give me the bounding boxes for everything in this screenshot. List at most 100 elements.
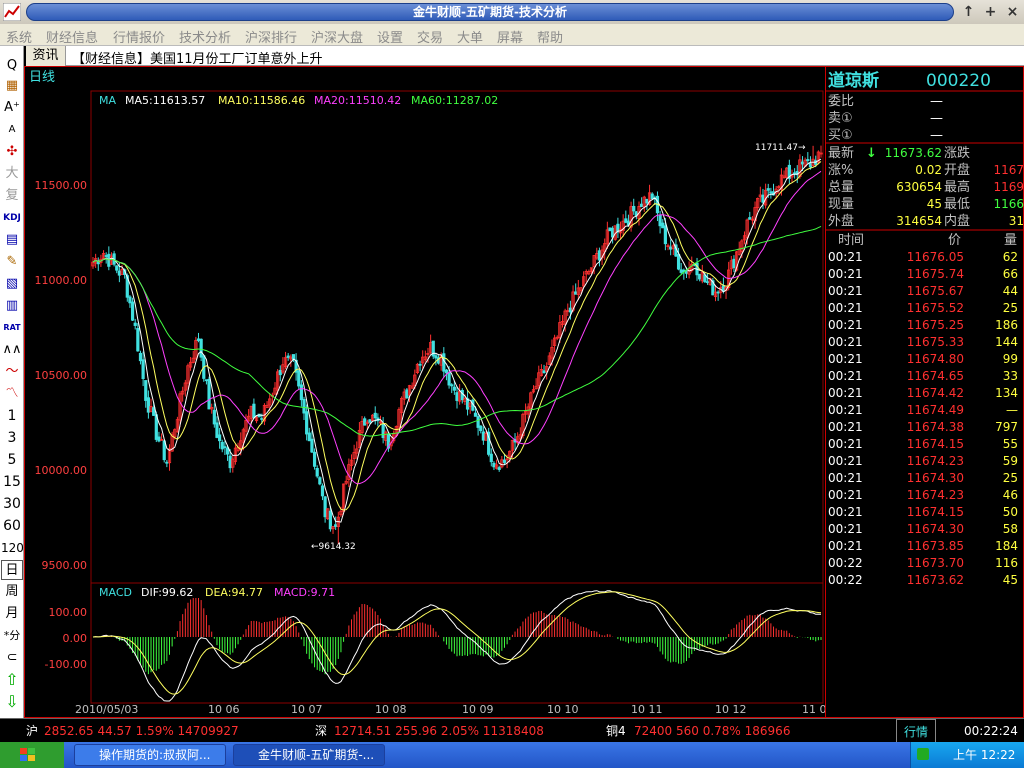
close-button[interactable]: × bbox=[1004, 4, 1021, 20]
period-5min[interactable]: 5 bbox=[1, 450, 23, 470]
menu-big-orders[interactable]: 大单 bbox=[457, 27, 483, 46]
period-month[interactable]: 月 bbox=[1, 604, 23, 624]
trade-price: 11674.23 bbox=[907, 488, 964, 502]
macd-tick-100: 100.00 bbox=[49, 606, 88, 619]
zoom-icon[interactable]: Q bbox=[1, 56, 23, 76]
taskbar-browser[interactable]: 操作期货的:叔叔阿... bbox=[74, 744, 226, 766]
candle-body bbox=[207, 378, 211, 410]
start-button[interactable] bbox=[0, 742, 64, 768]
draw-pencil-icon[interactable]: ✎ bbox=[1, 252, 23, 272]
candle-body bbox=[328, 510, 332, 530]
tray-network-icon[interactable] bbox=[917, 748, 929, 760]
quote-mode-button[interactable]: 行情 bbox=[896, 719, 936, 743]
candle-body bbox=[766, 188, 770, 191]
refresh-icon[interactable]: ⊂ bbox=[1, 648, 23, 668]
chart-panel[interactable]: 日线 MA MA5:11613.57 MA10:11586.46 MA20:11… bbox=[24, 66, 834, 718]
change-label: 涨跌 bbox=[944, 145, 970, 161]
candle-body bbox=[452, 386, 456, 391]
font-smaller-icon[interactable]: A bbox=[1, 120, 23, 140]
app-logo-icon bbox=[3, 3, 21, 21]
candle-body bbox=[489, 453, 493, 463]
news-tab[interactable]: 资讯 bbox=[26, 46, 66, 66]
period-3min[interactable]: 3 bbox=[1, 428, 23, 448]
ask1-label: 卖① bbox=[828, 111, 853, 126]
candle-body bbox=[146, 397, 150, 413]
menu-screen[interactable]: 屏幕 bbox=[497, 27, 523, 46]
menu-system[interactable]: 系统 bbox=[6, 27, 32, 46]
up-arrow-icon[interactable]: ⇧ bbox=[1, 670, 23, 690]
candle-body bbox=[220, 441, 224, 450]
x-tick-sep: 10 09 bbox=[462, 703, 494, 716]
trend-icon[interactable]: 〽 bbox=[1, 384, 23, 404]
news-headline[interactable]: 【财经信息】美国11月份工厂订单意外上升 bbox=[72, 48, 323, 67]
menu-trade[interactable]: 交易 bbox=[417, 27, 443, 46]
sh-values[interactable]: 2852.65 44.57 1.59% 14709927 bbox=[44, 719, 239, 743]
candle-body bbox=[748, 217, 752, 220]
trade-time: 00:22 bbox=[828, 573, 863, 587]
chart-type-icon[interactable]: ▦ bbox=[1, 76, 23, 96]
candle-body bbox=[624, 218, 628, 223]
period-30min[interactable]: 30 bbox=[1, 494, 23, 514]
candle-body bbox=[608, 227, 612, 232]
candle-body bbox=[334, 524, 338, 527]
candlestick-chart[interactable]: 日线 MA MA5:11613.57 MA10:11586.46 MA20:11… bbox=[25, 67, 834, 717]
trade-time: 00:21 bbox=[828, 386, 863, 400]
candle-body bbox=[769, 191, 773, 194]
menu-settings[interactable]: 设置 bbox=[377, 27, 403, 46]
trade-volume: 59 bbox=[1003, 454, 1018, 468]
menu-ranking[interactable]: 沪深排行 bbox=[245, 27, 297, 46]
menu-help[interactable]: 帮助 bbox=[537, 27, 563, 46]
bid-ratio-label: 委比 bbox=[828, 94, 854, 109]
restore-button[interactable]: ↑ bbox=[960, 4, 977, 20]
dif-label: DIF:99.62 bbox=[141, 586, 193, 599]
period-60min[interactable]: 60 bbox=[1, 516, 23, 536]
candle-body bbox=[455, 392, 459, 401]
menu-finance-info[interactable]: 财经信息 bbox=[46, 27, 98, 46]
cu-label: 铜4 bbox=[606, 724, 626, 738]
restore-rights-icon[interactable]: 复 bbox=[1, 186, 23, 206]
trade-price: 11674.38 bbox=[907, 420, 964, 434]
candle-body bbox=[405, 389, 409, 399]
crosshair-icon[interactable]: ✣ bbox=[1, 142, 23, 162]
period-custom-min[interactable]: *分 bbox=[1, 626, 23, 646]
menu-technical-analysis[interactable]: 技术分析 bbox=[179, 27, 231, 46]
period-week[interactable]: 周 bbox=[1, 582, 23, 602]
ma20-line bbox=[92, 170, 822, 485]
candle-body bbox=[373, 412, 377, 419]
overlay-icon[interactable]: ▧ bbox=[1, 274, 23, 294]
period-day[interactable]: 日 bbox=[1, 560, 23, 580]
candle-body bbox=[133, 322, 137, 326]
candle-body bbox=[138, 352, 143, 362]
sz-values[interactable]: 12714.51 255.96 2.05% 11318408 bbox=[334, 719, 544, 743]
trade-time: 00:22 bbox=[828, 556, 863, 570]
period-120min[interactable]: 120 bbox=[1, 538, 24, 558]
maximize-button[interactable]: + bbox=[982, 4, 999, 20]
system-tray: 上午 12:22 bbox=[910, 742, 1024, 768]
volume-label: 总量 bbox=[828, 180, 854, 195]
big-order-icon[interactable]: 大 bbox=[1, 164, 23, 184]
wave-icon[interactable]: 〜 bbox=[1, 362, 23, 382]
x-tick-aug: 10 08 bbox=[375, 703, 407, 716]
period-15min[interactable]: 15 bbox=[1, 472, 23, 492]
cu-values[interactable]: 72400 560 0.78% 186966 bbox=[634, 719, 790, 743]
font-larger-icon[interactable]: A⁺ bbox=[1, 98, 23, 118]
pattern-icon[interactable]: ∧∧ bbox=[1, 340, 23, 360]
candle-body bbox=[141, 359, 145, 379]
menu-quotes[interactable]: 行情报价 bbox=[113, 27, 165, 46]
kdj-icon[interactable]: KDJ bbox=[1, 208, 23, 228]
indicator-icon[interactable]: ▤ bbox=[1, 230, 23, 250]
candle-body bbox=[199, 338, 203, 358]
trade-volume: 50 bbox=[1003, 505, 1018, 519]
compare-icon[interactable]: ▥ bbox=[1, 296, 23, 316]
candle-body bbox=[661, 222, 665, 229]
trade-price: 11674.49 bbox=[907, 403, 964, 417]
taskbar-app[interactable]: 金牛财顺-五矿期货-... bbox=[233, 744, 385, 766]
macd-tick-neg100: -100.00 bbox=[45, 658, 87, 671]
tray-clock: 上午 12:22 bbox=[953, 748, 1016, 762]
menu-market[interactable]: 沪深大盘 bbox=[311, 27, 363, 46]
sz-label: 深 bbox=[315, 724, 328, 738]
down-arrow-icon[interactable]: ⇩ bbox=[1, 692, 23, 712]
candle-body bbox=[492, 462, 496, 468]
rate-icon[interactable]: RAT bbox=[1, 318, 23, 338]
period-1min[interactable]: 1 bbox=[1, 406, 23, 426]
